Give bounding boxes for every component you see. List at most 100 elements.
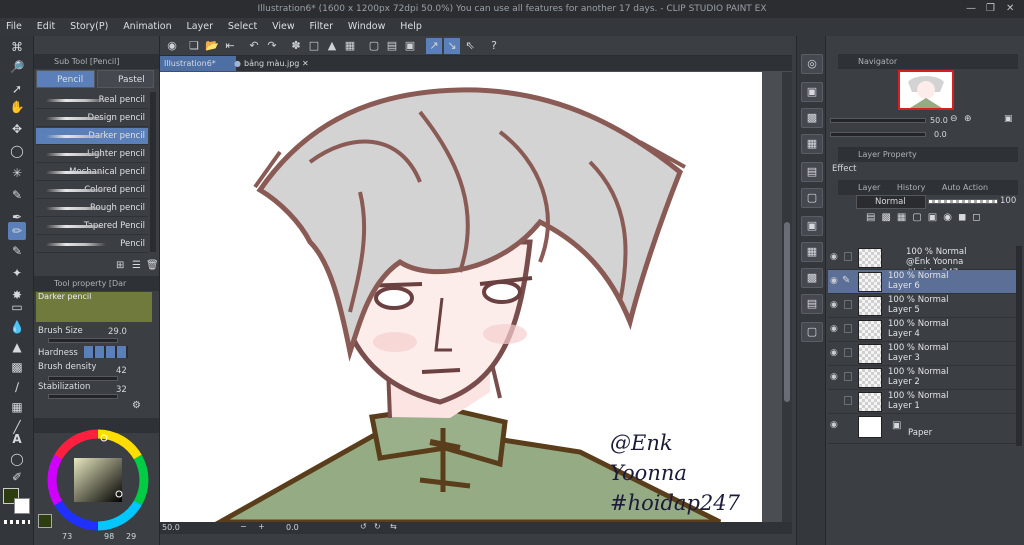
- text-tool-icon[interactable]: A: [8, 430, 26, 448]
- brush-real-pencil[interactable]: Real pencil: [36, 92, 148, 109]
- transform-icon[interactable]: ▦: [342, 38, 358, 54]
- tab-pencil[interactable]: Pencil: [36, 70, 95, 88]
- tab-pastel[interactable]: Pastel: [97, 70, 154, 88]
- angle-value[interactable]: 0.0: [286, 523, 299, 532]
- save-icon[interactable]: ⇤: [222, 38, 238, 54]
- clear-outside-icon[interactable]: □: [306, 38, 322, 54]
- visibility-eye-icon[interactable]: ◉: [830, 300, 840, 310]
- pencil-tool-icon[interactable]: ✏: [8, 222, 26, 240]
- material-manga-icon[interactable]: ▢: [801, 188, 823, 208]
- menu-help[interactable]: Help: [394, 18, 428, 36]
- hand-move-icon[interactable]: ✋: [8, 98, 26, 116]
- layer-opacity-value[interactable]: 100: [1000, 196, 1016, 206]
- search-material-icon[interactable]: ◎: [801, 54, 823, 74]
- invert-selection-icon[interactable]: ▤: [384, 38, 400, 54]
- brush-colored-pencil[interactable]: Colored pencil: [36, 182, 148, 199]
- material-image-icon[interactable]: ▣: [801, 82, 823, 102]
- visibility-eye-icon[interactable]: ◉: [830, 324, 840, 334]
- color-wheel[interactable]: [46, 428, 150, 532]
- operation-tool-icon[interactable]: ➚: [8, 80, 26, 98]
- frame-border-icon[interactable]: ▦: [8, 398, 26, 416]
- brush-design-pencil[interactable]: Design pencil: [36, 110, 148, 127]
- navigator-fit-icon[interactable]: ▣: [1004, 114, 1013, 124]
- add-sub-tool-icon[interactable]: ⊞: [116, 260, 124, 271]
- move-layer-icon[interactable]: ✥: [8, 120, 26, 138]
- flip-icon[interactable]: ⇆: [390, 522, 397, 531]
- brush-density-value[interactable]: 42: [116, 366, 127, 376]
- snap-special-ruler-icon[interactable]: ↘: [444, 38, 460, 54]
- brush-pencil[interactable]: Pencil: [36, 236, 148, 253]
- visibility-eye-icon[interactable]: ◉: [830, 420, 840, 430]
- brush-size-value[interactable]: 29.0: [108, 327, 127, 337]
- sub-color-swatch[interactable]: [14, 498, 30, 514]
- zoom-in-icon[interactable]: +: [258, 522, 265, 531]
- transparent-color-swatch[interactable]: [4, 520, 30, 524]
- undo-icon[interactable]: ↶: [246, 38, 262, 54]
- material-3d-icon[interactable]: ▣: [801, 216, 823, 236]
- zoom-value[interactable]: 50.0: [162, 523, 180, 532]
- brush-size-slider[interactable]: [48, 338, 118, 343]
- brush-tapered-pencil[interactable]: Tapered Pencil: [36, 218, 148, 235]
- color-main-mini[interactable]: [38, 514, 52, 528]
- eraser-tool-icon[interactable]: ▭: [8, 298, 26, 316]
- menu-window[interactable]: Window: [342, 18, 391, 36]
- maximize-icon[interactable]: ❐: [986, 0, 995, 18]
- new-file-icon[interactable]: ❏: [186, 38, 202, 54]
- menu-view[interactable]: View: [266, 18, 301, 36]
- layer-toolbar-icons[interactable]: ▤▩▦▢▣◉◼◻: [866, 212, 1016, 226]
- navigator-zoom-out-icon[interactable]: ⊖: [950, 114, 958, 124]
- brush-mechanical-pencil[interactable]: Mechanical pencil: [36, 164, 148, 181]
- move-tool-icon[interactable]: 🔎: [8, 58, 26, 76]
- material-pattern-icon[interactable]: ▩: [801, 108, 823, 128]
- navigator-zoom-in-icon[interactable]: ⊕: [964, 114, 972, 124]
- menu-layer[interactable]: Layer: [181, 18, 220, 36]
- lock-toggle-icon[interactable]: [844, 396, 852, 405]
- navigator-preview[interactable]: [898, 70, 954, 110]
- lock-toggle-icon[interactable]: [844, 300, 852, 309]
- help-icon[interactable]: ?: [486, 38, 502, 54]
- show-selection-icon[interactable]: ▣: [402, 38, 418, 54]
- brush-tool-icon[interactable]: ✎: [8, 242, 26, 260]
- tab-illustration6[interactable]: Illustration6*: [160, 56, 236, 71]
- rotate-right-icon[interactable]: ↻: [374, 522, 381, 531]
- blend-tool-icon[interactable]: 💧: [8, 318, 26, 336]
- correct-line-icon[interactable]: ✐: [8, 468, 26, 486]
- brush-rough-pencil[interactable]: Rough pencil: [36, 200, 148, 217]
- figure-tool-icon[interactable]: ∕: [8, 378, 26, 396]
- selection-tool-icon[interactable]: ◯: [8, 142, 26, 160]
- menu-edit[interactable]: Edit: [31, 18, 61, 36]
- navigator-angle-slider[interactable]: [830, 132, 926, 137]
- material-pose-icon[interactable]: ▩: [801, 268, 823, 288]
- layer-row-layer-5[interactable]: ◉ 100 % Normal Layer 5: [828, 294, 1018, 318]
- lock-toggle-icon[interactable]: [844, 324, 852, 333]
- clip-studio-icon[interactable]: ◉: [164, 38, 180, 54]
- rotate-left-icon[interactable]: ↺: [360, 522, 367, 531]
- layer-row-layer-3[interactable]: ◉ 100 % Normal Layer 3: [828, 342, 1018, 366]
- visibility-eye-icon[interactable]: ◉: [830, 348, 840, 358]
- menu-story[interactable]: Story(P): [64, 18, 114, 36]
- snap-grid-icon[interactable]: ⇖: [462, 38, 478, 54]
- brush-darker-pencil[interactable]: Darker pencil: [36, 128, 148, 145]
- brush-list-scrollbar[interactable]: [150, 92, 156, 252]
- tab-auto-action[interactable]: Auto Action: [942, 183, 988, 192]
- close-icon[interactable]: ✕: [1006, 0, 1014, 18]
- layer-list-scrollbar[interactable]: [1016, 246, 1022, 446]
- blend-mode-select[interactable]: Normal: [856, 195, 926, 209]
- material-background-icon[interactable]: ▤: [801, 294, 823, 314]
- material-color-icon[interactable]: ▤: [801, 162, 823, 182]
- layer-row-layer-2[interactable]: ◉ 100 % Normal Layer 2: [828, 366, 1018, 390]
- menu-filter[interactable]: Filter: [303, 18, 339, 36]
- tab-layer[interactable]: Layer: [858, 183, 880, 192]
- brush-lighter-pencil[interactable]: Lighter pencil: [36, 146, 148, 163]
- visibility-eye-icon[interactable]: ◉: [830, 276, 840, 286]
- navigator-zoom-slider[interactable]: [830, 118, 926, 123]
- balloon-tool-icon[interactable]: ◯: [8, 450, 26, 468]
- material-monochrome-icon[interactable]: ▦: [801, 134, 823, 154]
- clear-icon[interactable]: ✽: [288, 38, 304, 54]
- material-small-object-icon[interactable]: ▢: [801, 322, 823, 342]
- lock-toggle-icon[interactable]: [844, 348, 852, 357]
- snap-ruler-icon[interactable]: ↗: [426, 38, 442, 54]
- airbrush-tool-icon[interactable]: ✦: [8, 264, 26, 282]
- minimize-icon[interactable]: —: [966, 0, 976, 18]
- gradient-tool-icon[interactable]: ▩: [8, 358, 26, 376]
